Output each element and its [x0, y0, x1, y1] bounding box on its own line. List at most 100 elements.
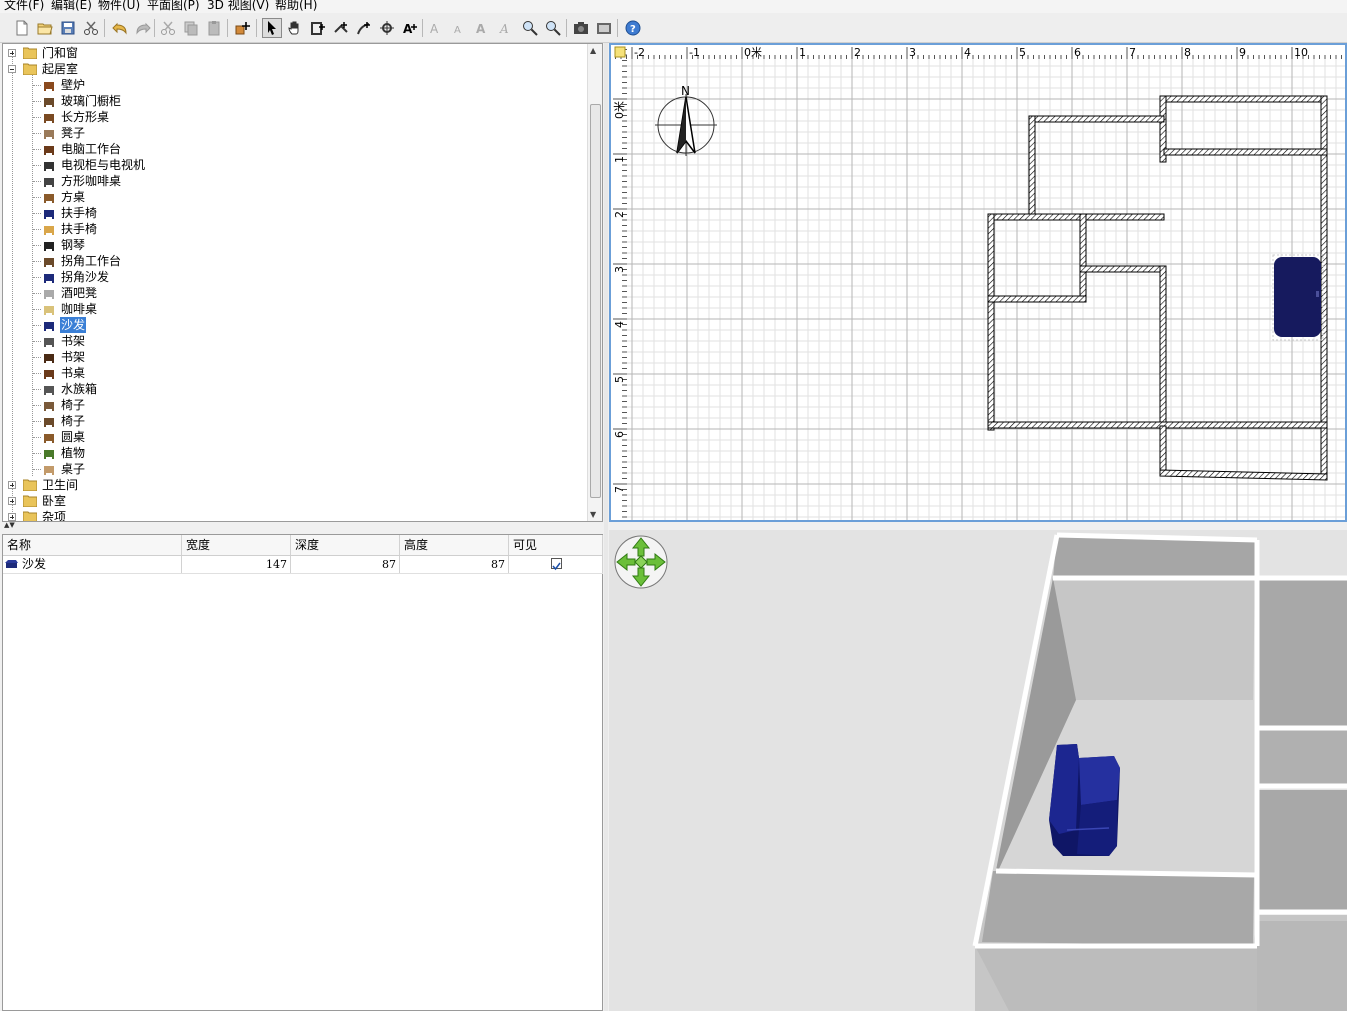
column-width[interactable]: 宽度 [182, 535, 291, 555]
tree-item[interactable]: 凳子 [3, 125, 563, 141]
menu-3dview[interactable]: 3D 视图(V) [207, 0, 269, 12]
tree-item[interactable]: 书架 [3, 349, 563, 365]
tree-item[interactable]: 沙发 [3, 317, 563, 333]
scroll-up-icon[interactable]: ▲ [590, 46, 596, 55]
tree-item[interactable]: 玻璃门橱柜 [3, 93, 563, 109]
scroll-thumb[interactable] [590, 104, 601, 498]
plan-view[interactable]: -2 -1 0米 1 2 3 4 5 6 7 8 9 10 0米 1 2 3 4 5 6 7 N [609, 43, 1347, 522]
cut-icon[interactable] [81, 18, 101, 38]
bold-text-icon[interactable]: A [472, 18, 492, 38]
tree-item[interactable]: 长方形桌 [3, 109, 563, 125]
tree-category-misc[interactable]: 杂项 [3, 509, 563, 521]
horizontal-splitter[interactable]: ▲▼ [0, 521, 605, 530]
help-icon[interactable]: ? [623, 18, 643, 38]
tree-item[interactable]: 咖啡桌 [3, 301, 563, 317]
menu-plan[interactable]: 平面图(P) [147, 0, 200, 12]
plan-canvas[interactable]: -2 -1 0米 1 2 3 4 5 6 7 8 9 10 0米 1 2 3 4 5 6 7 N [611, 45, 1345, 520]
tree-item[interactable]: 植物 [3, 445, 563, 461]
compass-icon[interactable]: N [655, 84, 717, 156]
tree-category-living-room[interactable]: 起居室 [3, 61, 563, 77]
furniture-catalog-tree[interactable]: 门和窗 起居室 壁炉 玻璃门橱柜 长方形桌 凳子 电脑工作台 电视柜与电视机 方形咖啡桌 方桌… [2, 43, 603, 522]
tree-item[interactable]: 椅子 [3, 397, 563, 413]
create-dimension-icon[interactable] [354, 18, 374, 38]
tree-category-doors-windows[interactable]: 门和窗 [3, 45, 563, 61]
create-video-icon[interactable] [594, 18, 614, 38]
cut2-icon[interactable] [158, 18, 178, 38]
tree-item[interactable]: 书桌 [3, 365, 563, 381]
tree-item[interactable]: 电视柜与电视机 [3, 157, 563, 173]
copy-icon[interactable] [181, 18, 201, 38]
zoom-out-icon[interactable] [543, 18, 563, 38]
expand-icon[interactable] [8, 49, 16, 57]
new-file-icon[interactable] [12, 18, 32, 38]
table-header: 名称 宽度 深度 高度 可见 [3, 535, 603, 556]
create-photo-icon[interactable] [571, 18, 591, 38]
tree-item[interactable]: 拐角工作台 [3, 253, 563, 269]
y-ruler-label: 1 [613, 156, 626, 163]
3d-scene[interactable] [609, 530, 1347, 1011]
furniture-item-icon [44, 306, 54, 315]
tree-item-label: 拐角工作台 [61, 254, 122, 268]
tree-item[interactable]: 水族箱 [3, 381, 563, 397]
menu-furniture[interactable]: 物件(U) [98, 0, 140, 12]
column-depth[interactable]: 深度 [291, 535, 400, 555]
italic-text-icon[interactable]: A [495, 18, 515, 38]
column-name[interactable]: 名称 [3, 535, 182, 555]
3d-navigation-pad[interactable] [614, 532, 668, 590]
tree-item[interactable]: 方桌 [3, 189, 563, 205]
increase-text-icon[interactable]: A [426, 18, 446, 38]
tree-item[interactable]: 拐角沙发 [3, 269, 563, 285]
create-walls-icon[interactable] [308, 18, 328, 38]
tree-category-bathroom[interactable]: 卫生间 [3, 477, 563, 493]
y-ruler-label: 7 [613, 486, 626, 493]
tree-category-bedroom[interactable]: 卧室 [3, 493, 563, 509]
tree-item[interactable]: 电脑工作台 [3, 141, 563, 157]
3d-view[interactable] [609, 530, 1347, 1011]
tree-item[interactable]: 方形咖啡桌 [3, 173, 563, 189]
tree-item-label: 电视柜与电视机 [61, 158, 146, 172]
select-mode-icon[interactable] [262, 18, 282, 38]
pan-icon[interactable] [285, 18, 305, 38]
tree-item[interactable]: 桌子 [3, 461, 563, 477]
tree-item[interactable]: 壁炉 [3, 77, 563, 93]
menu-file[interactable]: 文件(F) [4, 0, 44, 12]
open-folder-icon[interactable] [35, 18, 55, 38]
plan-corner-icon [614, 46, 626, 58]
tree-item[interactable]: 钢琴 [3, 237, 563, 253]
create-rooms-icon[interactable] [331, 18, 351, 38]
save-icon[interactable] [58, 18, 78, 38]
svg-text:A: A [430, 22, 439, 36]
decrease-text-icon[interactable]: A [449, 18, 469, 38]
scroll-down-icon[interactable]: ▼ [590, 510, 596, 519]
cell-visible [509, 556, 603, 573]
add-furniture-icon[interactable] [232, 18, 252, 38]
x-ruler-label: 2 [854, 46, 861, 59]
furniture-item-icon [44, 130, 54, 139]
zoom-in-icon[interactable] [520, 18, 540, 38]
visible-checkbox[interactable] [551, 558, 562, 571]
tree-item[interactable]: 扶手椅 [3, 221, 563, 237]
column-visible[interactable]: 可见 [509, 535, 603, 555]
tree-item[interactable]: 扶手椅 [3, 205, 563, 221]
column-height[interactable]: 高度 [400, 535, 509, 555]
expand-icon[interactable] [8, 513, 16, 521]
tree-scrollbar[interactable]: ▲ ▼ [587, 44, 602, 521]
create-labels-icon[interactable] [377, 18, 397, 38]
sofa-plan-icon[interactable] [1272, 254, 1324, 341]
add-text-icon[interactable]: A [400, 18, 420, 38]
sofa-3d-model[interactable] [1049, 744, 1120, 856]
undo-icon[interactable] [110, 18, 130, 38]
redo-icon[interactable] [133, 18, 153, 38]
vertical-splitter[interactable] [604, 43, 608, 1011]
paste-icon[interactable] [204, 18, 224, 38]
tree-item[interactable]: 椅子 [3, 413, 563, 429]
tree-item[interactable]: 圆桌 [3, 429, 563, 445]
tree-item[interactable]: 书架 [3, 333, 563, 349]
expand-icon[interactable] [8, 481, 16, 489]
menu-help[interactable]: 帮助(H) [275, 0, 317, 12]
expand-icon[interactable] [8, 497, 16, 505]
tree-item[interactable]: 酒吧凳 [3, 285, 563, 301]
table-row[interactable]: 沙发 147 87 87 [3, 556, 603, 574]
collapse-icon[interactable] [8, 65, 16, 73]
menu-edit[interactable]: 编辑(E) [51, 0, 92, 12]
